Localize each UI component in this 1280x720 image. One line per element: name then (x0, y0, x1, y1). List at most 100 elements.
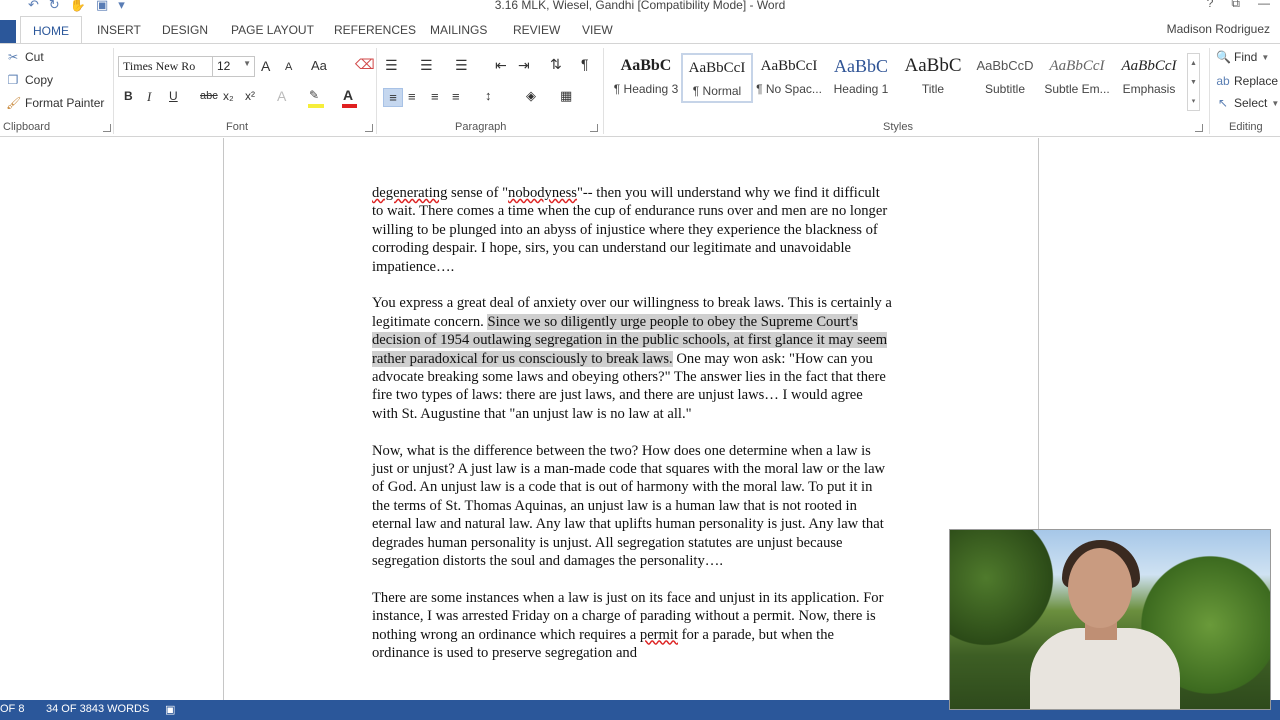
font-launcher[interactable] (365, 124, 373, 132)
tab-mailings[interactable]: MAILINGS (430, 16, 487, 43)
style-subtitle[interactable]: AaBbCcD Subtitle (969, 53, 1041, 103)
file-tab[interactable] (0, 20, 16, 43)
style-sample: AaBbC (620, 57, 672, 74)
spell-error-word[interactable]: permit (640, 627, 678, 643)
font-size-value: 12 (217, 59, 231, 73)
superscript-button[interactable]: x² (245, 89, 255, 103)
show-formatting-icon[interactable]: ¶ (581, 56, 589, 72)
style-sample: AaBbCcI (688, 60, 746, 76)
style-heading-3[interactable]: AaBbC ¶ Heading 3 (610, 53, 682, 103)
strikethrough-button[interactable]: abc (200, 90, 218, 102)
document-text[interactable]: degenerating sense of "nobodyness"-- the… (372, 184, 892, 681)
window-controls: ? ⧉ — (1207, 0, 1270, 11)
paragraph[interactable]: There are some instances when a law is j… (372, 589, 892, 663)
tab-references[interactable]: REFERENCES (334, 16, 416, 43)
tab-page-layout[interactable]: PAGE LAYOUT (231, 16, 314, 43)
tab-review[interactable]: REVIEW (513, 16, 560, 43)
style-normal[interactable]: AaBbCcI ¶ Normal (681, 53, 753, 103)
line-spacing-icon[interactable]: ↕ (485, 88, 492, 103)
style-name: Emphasis (1122, 82, 1176, 96)
replace-button[interactable]: ab Replace (1216, 74, 1278, 88)
text-effects-icon[interactable]: A (277, 88, 286, 104)
change-case-button[interactable]: Aa (311, 58, 327, 73)
style-name: ¶ No Spac... (756, 82, 822, 96)
underline-button[interactable]: U (169, 89, 178, 103)
italic-button[interactable]: I (147, 89, 151, 105)
font-color-button[interactable]: A (343, 87, 353, 103)
tab-design[interactable]: DESIGN (162, 16, 208, 43)
tab-view[interactable]: VIEW (582, 16, 613, 43)
more-styles-icon[interactable]: ▾ (1188, 92, 1199, 111)
numbering-icon[interactable]: ☰ (420, 57, 433, 74)
highlight-icon[interactable]: ✎ (309, 88, 319, 102)
align-left-icon[interactable]: ≡ (383, 88, 403, 107)
styles-gallery-scroll[interactable]: ▲ ▼ ▾ (1187, 53, 1200, 111)
style-no-spacing[interactable]: AaBbCcI ¶ No Spac... (753, 53, 825, 103)
tab-insert[interactable]: INSERT (97, 16, 141, 43)
minimize-icon[interactable]: — (1258, 0, 1270, 11)
style-heading-1[interactable]: AaBbC Heading 1 (825, 53, 897, 103)
paragraph-launcher[interactable] (590, 124, 598, 132)
clipboard-group-label: Clipboard (3, 121, 51, 133)
cut-button[interactable]: ✂ Cut (6, 50, 44, 64)
clipboard-launcher[interactable] (103, 124, 111, 132)
page-count[interactable]: OF 8 (0, 703, 24, 715)
style-name: ¶ Normal (692, 84, 742, 98)
style-sample: AaBbC (904, 55, 962, 76)
subscript-button[interactable]: x₂ (223, 89, 234, 103)
scroll-up-icon[interactable]: ▲ (1188, 54, 1199, 73)
clear-formatting-icon[interactable]: ⌫ (355, 56, 375, 73)
style-subtle-emphasis[interactable]: AaBbCcI Subtle Em... (1041, 53, 1113, 103)
person-face (1068, 548, 1132, 628)
shrink-font-button[interactable]: A (285, 61, 292, 73)
user-name[interactable]: Madison Rodriguez (1167, 22, 1270, 36)
sort-icon[interactable]: ⇅ (550, 56, 562, 73)
styles-launcher[interactable] (1195, 124, 1203, 132)
bullets-icon[interactable]: ☰ (385, 57, 398, 74)
shading-icon[interactable]: ◈ (526, 88, 536, 104)
styles-group-label: Styles (883, 121, 913, 133)
align-right-icon[interactable]: ≡ (431, 89, 439, 104)
spell-error-word[interactable]: nobodyness (508, 185, 577, 201)
editing-group-label: Editing (1229, 121, 1263, 133)
scissors-icon: ✂ (7, 50, 19, 64)
tab-home[interactable]: HOME (20, 16, 82, 43)
style-title[interactable]: AaBbC Title (897, 53, 969, 103)
word-count[interactable]: 34 OF 3843 WORDS (46, 703, 149, 715)
font-size-box[interactable]: 12 ▼ (212, 56, 255, 77)
ribbon-tabs: HOME INSERT DESIGN PAGE LAYOUT REFERENCE… (0, 16, 1280, 43)
scroll-down-icon[interactable]: ▼ (1188, 73, 1199, 92)
select-label: Select (1234, 96, 1268, 110)
title-bar: ↶ ↻ ✋ ▣ ▾ 3.16 MLK, Wiesel, Gandhi [Comp… (0, 0, 1280, 16)
format-painter-button[interactable]: 🖌 Format Painter (6, 96, 104, 110)
decrease-indent-icon[interactable]: ⇤ (495, 57, 507, 74)
find-button[interactable]: 🔍 Find ▼ (1216, 50, 1269, 64)
copy-icon: ❐ (7, 73, 19, 87)
paragraph[interactable]: You express a great deal of anxiety over… (372, 294, 892, 423)
window-title: 3.16 MLK, Wiesel, Gandhi [Compatibility … (494, 0, 786, 12)
bold-button[interactable]: B (124, 89, 133, 103)
multilevel-list-icon[interactable]: ☰ (455, 57, 468, 74)
spell-error-word[interactable]: degenerating (372, 185, 447, 201)
style-emphasis[interactable]: AaBbCcI Emphasis (1113, 53, 1185, 103)
increase-indent-icon[interactable]: ⇥ (518, 57, 530, 74)
justify-icon[interactable]: ≡ (452, 89, 460, 104)
style-name: Subtle Em... (1044, 82, 1110, 96)
style-name: Subtitle (984, 82, 1026, 96)
proofing-icon[interactable]: ▣ (165, 703, 175, 716)
help-icon[interactable]: ? (1207, 0, 1214, 11)
paragraph[interactable]: Now, what is the difference between the … (372, 442, 892, 571)
text-run: sense of " (447, 185, 509, 201)
paragraph[interactable]: degenerating sense of "nobodyness"-- the… (372, 184, 892, 276)
copy-label: Copy (25, 73, 54, 87)
cursor-icon: ↖ (1217, 96, 1229, 110)
replace-label: Replace (1234, 74, 1279, 88)
select-button[interactable]: ↖ Select ▼ (1216, 96, 1279, 110)
copy-button[interactable]: ❐ Copy (6, 73, 53, 87)
binoculars-icon: 🔍 (1216, 50, 1231, 64)
grow-font-button[interactable]: A (261, 58, 270, 74)
ribbon-display-icon[interactable]: ⧉ (1231, 0, 1240, 11)
font-color-bar (342, 104, 357, 108)
align-center-icon[interactable]: ≡ (408, 89, 416, 104)
borders-icon[interactable]: ▦ (560, 88, 572, 104)
